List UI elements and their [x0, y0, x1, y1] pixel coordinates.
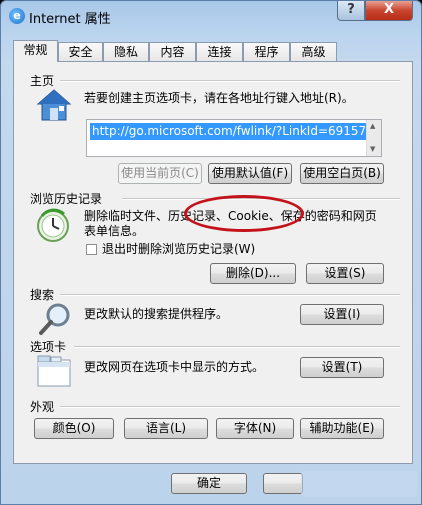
home-url-field[interactable]: http://go.microsoft.com/fwlink/?LinkId=6… — [86, 119, 382, 157]
scroll-up-icon[interactable]: ▲ — [370, 122, 375, 130]
colors-button[interactable]: 颜色(O) — [34, 418, 114, 439]
languages-button[interactable]: 语言(L) — [124, 418, 208, 439]
delete-on-exit-checkbox[interactable] — [86, 244, 97, 255]
fonts-button[interactable]: 字体(N) — [216, 418, 294, 439]
history-description-line2: 表单信息。 — [84, 224, 145, 238]
url-scrollbar[interactable]: ▲ ▼ — [366, 120, 381, 156]
accessibility-button[interactable]: 辅助功能(E) — [300, 418, 384, 439]
home-url-text: http://go.microsoft.com/fwlink/?LinkId=6… — [90, 123, 369, 140]
tab-security[interactable]: 安全 — [58, 42, 103, 61]
tab-privacy[interactable]: 隐私 — [103, 42, 149, 61]
history-section-title: 浏览历史记录 — [30, 192, 103, 206]
window-title: Internet 属性 — [29, 12, 111, 27]
help-button[interactable]: ? — [337, 1, 365, 21]
tab-programs[interactable]: 程序 — [243, 42, 290, 61]
house-icon — [36, 89, 72, 121]
cancel-button-partial[interactable] — [263, 473, 303, 494]
highlight-annotation-ring — [184, 195, 304, 232]
search-separator — [60, 294, 400, 296]
home-section-title: 主页 — [30, 74, 55, 88]
use-default-button[interactable]: 使用默认值(F) — [208, 163, 292, 184]
ok-button[interactable]: 确定 — [171, 473, 247, 494]
tab-content[interactable]: 内容 — [149, 42, 196, 61]
delete-history-button[interactable]: 删除(D)... — [210, 263, 296, 284]
tabbed-window-icon — [37, 355, 71, 387]
tabs-settings-button[interactable]: 设置(T) — [300, 357, 384, 378]
appearance-section-title: 外观 — [30, 400, 55, 414]
history-clock-icon — [37, 208, 69, 242]
internet-explorer-icon: e — [9, 8, 25, 24]
tabs-section-title: 选项卡 — [30, 340, 67, 354]
tab-connections[interactable]: 连接 — [196, 42, 243, 61]
home-separator — [60, 80, 400, 82]
scroll-down-icon[interactable]: ▼ — [370, 145, 375, 153]
delete-on-exit-label: 退出时删除浏览历史记录(W) — [102, 242, 256, 256]
close-button[interactable]: X — [365, 1, 413, 21]
watermark-overlay — [301, 471, 417, 497]
title-bar[interactable]: e Internet 属性 ? X — [1, 1, 421, 31]
tab-general[interactable]: 常规 — [13, 40, 58, 62]
use-current-button[interactable]: 使用当前页(C) — [118, 163, 202, 184]
tabs-separator — [74, 346, 400, 348]
use-blank-button[interactable]: 使用空白页(B) — [300, 163, 384, 184]
tab-advanced[interactable]: 高级 — [290, 42, 337, 61]
internet-options-window: e Internet 属性 ? X 常规 安全 隐私 内容 连接 程序 高级 主… — [0, 0, 422, 505]
general-tab-panel: 主页 若要创建主页选项卡，请在各地址行键入地址(R)。 http://go.mi… — [13, 61, 413, 464]
search-section-title: 搜索 — [30, 288, 55, 302]
history-settings-button[interactable]: 设置(S) — [306, 263, 384, 284]
search-settings-button[interactable]: 设置(I) — [300, 304, 384, 325]
magnifier-icon — [39, 303, 70, 335]
search-description: 更改默认的搜索提供程序。 — [84, 307, 229, 321]
home-description: 若要创建主页选项卡，请在各地址行键入地址(R)。 — [84, 91, 354, 105]
appearance-separator — [60, 406, 400, 408]
tabs-description: 更改网页在选项卡中显示的方式。 — [84, 360, 265, 374]
